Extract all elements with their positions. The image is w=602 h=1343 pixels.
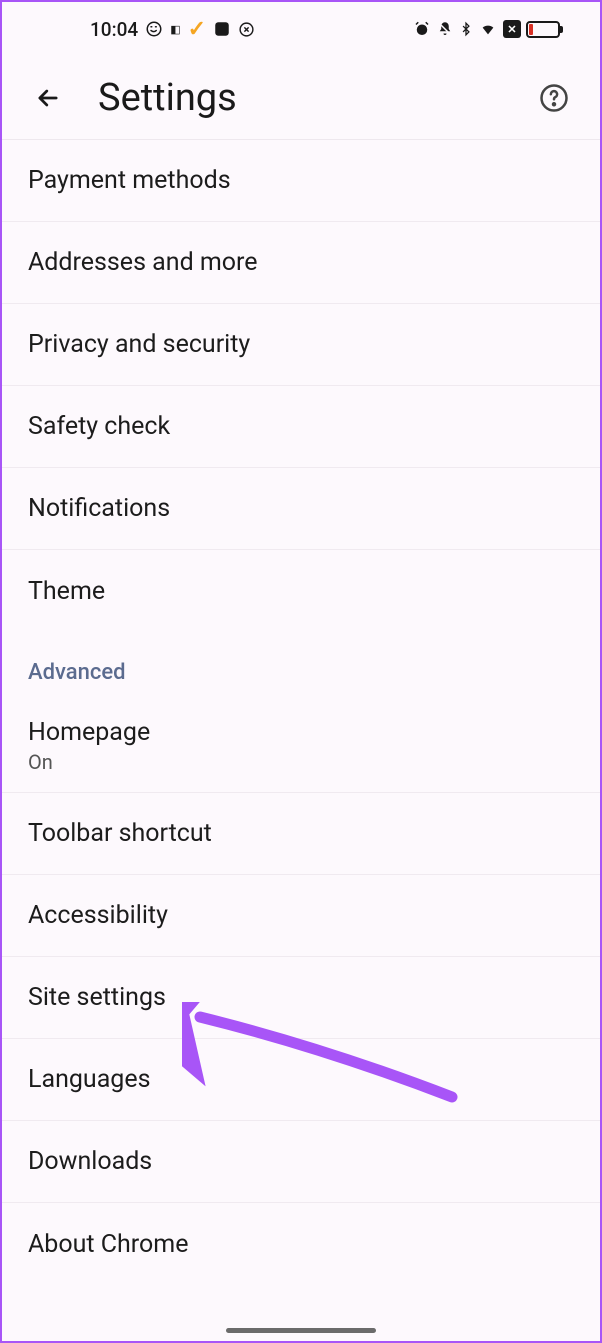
item-label: Addresses and more [28,248,574,277]
status-left: 10:04 ◧ ✓ [90,17,255,42]
alarm-icon [413,20,431,38]
app-header: Settings [2,56,600,140]
accessibility-item[interactable]: Accessibility [2,875,600,957]
about-chrome-item[interactable]: About Chrome [2,1203,600,1285]
help-button[interactable] [530,74,578,122]
status-right: ✕ [413,20,560,38]
item-label: Privacy and security [28,330,574,359]
toolbar-shortcut-item[interactable]: Toolbar shortcut [2,793,600,875]
item-label: Payment methods [28,166,574,195]
addresses-item[interactable]: Addresses and more [2,222,600,304]
no-signal-icon: ✕ [503,20,521,38]
item-label: Languages [28,1065,574,1094]
settings-list: Payment methods Addresses and more Priva… [2,140,600,1285]
item-label: Notifications [28,494,574,523]
whatsapp-icon [145,20,163,38]
payment-methods-item[interactable]: Payment methods [2,140,600,222]
item-label: Theme [28,577,574,606]
item-sublabel: On [28,750,574,774]
item-label: Downloads [28,1147,574,1176]
theme-item[interactable]: Theme [2,550,600,632]
privacy-security-item[interactable]: Privacy and security [2,304,600,386]
site-settings-item[interactable]: Site settings [2,957,600,1039]
checkmark-icon: ✓ [188,17,206,42]
item-label: Homepage [28,718,574,747]
item-label: Site settings [28,983,574,1012]
status-bar: 10:04 ◧ ✓ ✕ [2,2,600,56]
back-button[interactable] [24,74,72,122]
note-icon [213,20,231,38]
safety-check-item[interactable]: Safety check [2,386,600,468]
item-label: Safety check [28,412,574,441]
home-indicator[interactable] [226,1328,376,1333]
bluetooth-icon [459,20,473,38]
arrow-left-icon [34,84,62,112]
item-label: About Chrome [28,1230,574,1259]
homepage-item[interactable]: Homepage On [2,699,600,793]
bell-muted-icon [436,20,454,38]
item-label: Toolbar shortcut [28,819,574,848]
page-title: Settings [98,76,530,120]
battery-low-icon [526,21,560,38]
advanced-section-header: Advanced [2,632,600,699]
downloads-item[interactable]: Downloads [2,1121,600,1203]
clock-circle-icon [238,21,255,38]
status-time: 10:04 [90,18,138,41]
wifi-icon [478,21,498,37]
help-icon [539,83,569,113]
notifications-item[interactable]: Notifications [2,468,600,550]
calendar-dot-icon: ◧ [170,23,180,36]
languages-item[interactable]: Languages [2,1039,600,1121]
item-label: Accessibility [28,901,574,930]
